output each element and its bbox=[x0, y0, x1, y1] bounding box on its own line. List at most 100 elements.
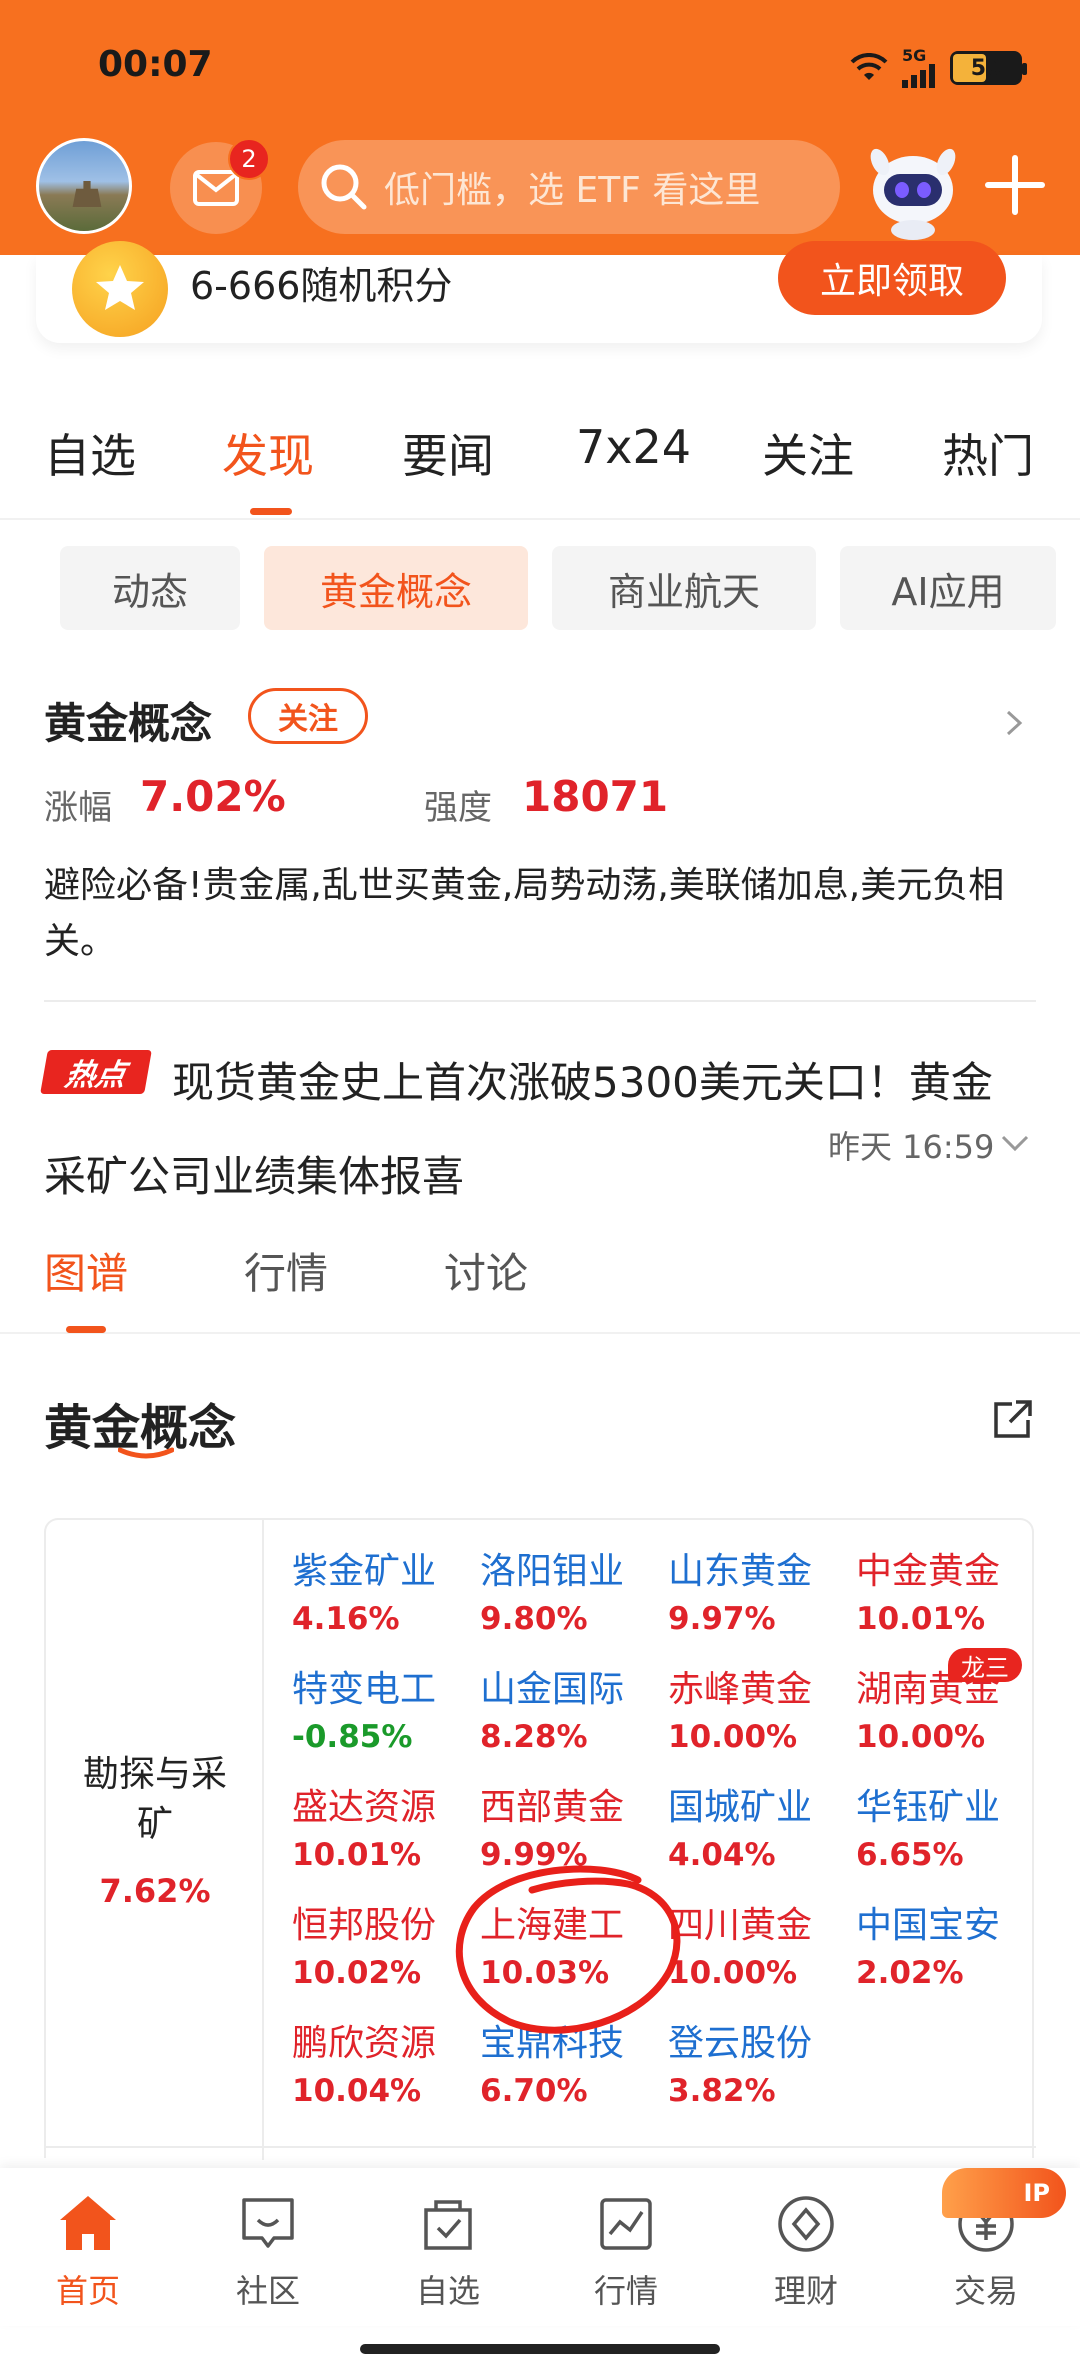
ip-promo-pill[interactable]: IP bbox=[942, 2168, 1066, 2218]
stock-name: 上海建工 bbox=[480, 1905, 625, 1946]
concept-description: 避险必备!贵金属,乱世买黄金,局势动荡,美联储加息,美元负相关。 bbox=[44, 865, 1005, 962]
category-cell[interactable]: 勘探与采矿 7.62% bbox=[46, 1520, 264, 2160]
subtab-gold-concept[interactable]: 黄金概念 bbox=[264, 546, 528, 630]
stock-name: 西部黄金 bbox=[480, 1787, 625, 1828]
tab-hot[interactable]: 热门 bbox=[942, 420, 1034, 486]
stock-cell[interactable]: 恒邦股份 10.02% bbox=[292, 1904, 472, 1998]
stock-cell[interactable]: 西部黄金 9.99% bbox=[480, 1786, 660, 1880]
chevron-down-icon[interactable] bbox=[1000, 1132, 1030, 1154]
category-pct: 7.62% bbox=[99, 1872, 211, 1910]
stock-cell[interactable]: 宝鼎科技 6.70% bbox=[480, 2022, 660, 2116]
stock-change-pct: 9.80% bbox=[480, 1601, 588, 1637]
stock-change-pct: 9.99% bbox=[480, 1837, 588, 1873]
stock-name: 盛达资源 bbox=[292, 1787, 437, 1828]
stock-change-pct: -0.85% bbox=[292, 1719, 413, 1755]
subtab-commercial-aerospace[interactable]: 商业航天 bbox=[552, 546, 816, 630]
status-icons: 5G 50 bbox=[850, 48, 1027, 88]
hot-badge: 热点 bbox=[40, 1050, 152, 1094]
mail-icon bbox=[193, 170, 239, 206]
search-icon bbox=[321, 164, 367, 210]
share-icon[interactable] bbox=[990, 1398, 1034, 1442]
stock-name: 宝鼎科技 bbox=[480, 2023, 625, 2064]
rise-value: 7.02% bbox=[140, 772, 286, 821]
active-tab-indicator bbox=[250, 508, 292, 515]
stock-cell[interactable]: 特变电工 -0.85% bbox=[292, 1668, 472, 1762]
network-type: 5G bbox=[902, 46, 927, 65]
stock-cell[interactable]: 洛阳钼业 9.80% bbox=[480, 1550, 660, 1644]
add-icon[interactable] bbox=[980, 150, 1050, 220]
stock-name: 特变电工 bbox=[292, 1669, 437, 1710]
stock-name: 国城矿业 bbox=[668, 1787, 813, 1828]
stock-cell[interactable]: 湖南黄金 10.00% bbox=[856, 1668, 1036, 1762]
nav-market-label: 行情 bbox=[593, 2272, 658, 2310]
stock-name: 山金国际 bbox=[480, 1669, 625, 1710]
avatar[interactable] bbox=[36, 138, 132, 234]
community-icon bbox=[242, 2198, 294, 2248]
stock-change-pct: 3.82% bbox=[668, 2073, 776, 2109]
nav-home[interactable]: 首页 bbox=[28, 2190, 148, 2312]
stock-change-pct: 4.04% bbox=[668, 1837, 776, 1873]
nav-community[interactable]: 社区 bbox=[208, 2190, 328, 2312]
stock-cell[interactable]: 中国宝安 2.02% bbox=[856, 1904, 1036, 1998]
search-placeholder: 低门槛，选 ETF 看这里 bbox=[384, 170, 761, 211]
promo-card[interactable]: 6-666随机积分 立即领取 bbox=[36, 241, 1042, 343]
tab-discussion[interactable]: 讨论 bbox=[444, 1240, 528, 1301]
stock-cell[interactable]: 国城矿业 4.04% bbox=[668, 1786, 848, 1880]
stock-cell[interactable]: 山东黄金 9.97% bbox=[668, 1550, 848, 1644]
home-indicator[interactable] bbox=[360, 2344, 720, 2354]
stock-cell[interactable]: 赤峰黄金 10.00% bbox=[668, 1668, 848, 1762]
status-time: 00:07 bbox=[98, 44, 213, 85]
stock-cell[interactable]: 中金黄金 10.01% bbox=[856, 1550, 1036, 1644]
stock-cell[interactable]: 山金国际 8.28% bbox=[480, 1668, 660, 1762]
stock-cell[interactable]: 盛达资源 10.01% bbox=[292, 1786, 472, 1880]
cellular-signal: 5G bbox=[902, 48, 936, 88]
tab-follow[interactable]: 关注 bbox=[762, 420, 854, 486]
stock-cell[interactable]: 登云股份 3.82% bbox=[668, 2022, 848, 2116]
subtab-dynamics[interactable]: 动态 bbox=[60, 546, 240, 630]
signal-icon bbox=[902, 64, 935, 88]
stock-change-pct: 8.28% bbox=[480, 1719, 588, 1755]
rise-label: 涨幅 bbox=[44, 788, 112, 828]
stock-change-pct: 10.01% bbox=[292, 1837, 422, 1873]
strength-value: 18071 bbox=[522, 772, 669, 821]
tab-discover[interactable]: 发现 bbox=[222, 420, 314, 486]
news-time: 昨天 16:59 bbox=[828, 1128, 995, 1166]
tab-7x24[interactable]: 7x24 bbox=[576, 420, 691, 474]
stock-change-pct: 9.97% bbox=[668, 1601, 776, 1637]
concept-title[interactable]: 黄金概念 bbox=[44, 690, 212, 751]
stock-cell[interactable]: 华钰矿业 6.65% bbox=[856, 1786, 1036, 1880]
tab-news[interactable]: 要闻 bbox=[402, 420, 494, 486]
nav-market[interactable]: 行情 bbox=[566, 2190, 686, 2312]
stock-cell[interactable]: 四川黄金 10.00% bbox=[668, 1904, 848, 1998]
tab-graph[interactable]: 图谱 bbox=[44, 1240, 128, 1301]
strength-label: 强度 bbox=[424, 788, 492, 828]
nav-trade-label: 交易 bbox=[953, 2272, 1018, 2310]
battery-icon: 50 bbox=[950, 51, 1027, 85]
stock-cell[interactable]: 上海建工 10.03% bbox=[480, 1904, 660, 1998]
search-bar[interactable]: 低门槛，选 ETF 看这里 bbox=[298, 140, 840, 234]
tab-market[interactable]: 行情 bbox=[244, 1240, 328, 1301]
app-header: 00:07 5G 50 2 低门槛，选 ETF 看这里 bbox=[0, 0, 1080, 255]
chevron-right-icon[interactable] bbox=[1000, 710, 1026, 736]
active-content-tab-indicator bbox=[66, 1326, 106, 1333]
stock-change-pct: 6.65% bbox=[856, 1837, 964, 1873]
nav-wealth[interactable]: 理财 bbox=[746, 2190, 866, 2312]
grid-divider bbox=[46, 2146, 1036, 2148]
robot-assistant-icon[interactable] bbox=[858, 132, 968, 242]
subtab-ai-application[interactable]: AI应用 bbox=[840, 546, 1056, 630]
main-tabs: 自选 发现 要闻 7x24 关注 热门 bbox=[0, 420, 1080, 520]
points-star-icon bbox=[72, 241, 168, 337]
home-icon bbox=[60, 2196, 116, 2250]
nav-watchlist[interactable]: 自选 bbox=[388, 2190, 508, 2312]
nav-home-label: 首页 bbox=[55, 2272, 120, 2310]
stock-cell[interactable]: 鹏欣资源 10.04% bbox=[292, 2022, 472, 2116]
claim-button[interactable]: 立即领取 bbox=[778, 241, 1006, 315]
dragon-rank-badge: 龙三 bbox=[948, 1648, 1022, 1682]
watchlist-icon bbox=[424, 2200, 472, 2250]
promo-text: 6-666随机积分 bbox=[190, 264, 453, 308]
stock-name: 紫金矿业 bbox=[292, 1551, 437, 1592]
stock-name: 恒邦股份 bbox=[292, 1905, 437, 1946]
tab-watchlist[interactable]: 自选 bbox=[44, 420, 136, 486]
follow-button[interactable]: 关注 bbox=[248, 688, 368, 744]
stock-cell[interactable]: 紫金矿业 4.16% bbox=[292, 1550, 472, 1644]
